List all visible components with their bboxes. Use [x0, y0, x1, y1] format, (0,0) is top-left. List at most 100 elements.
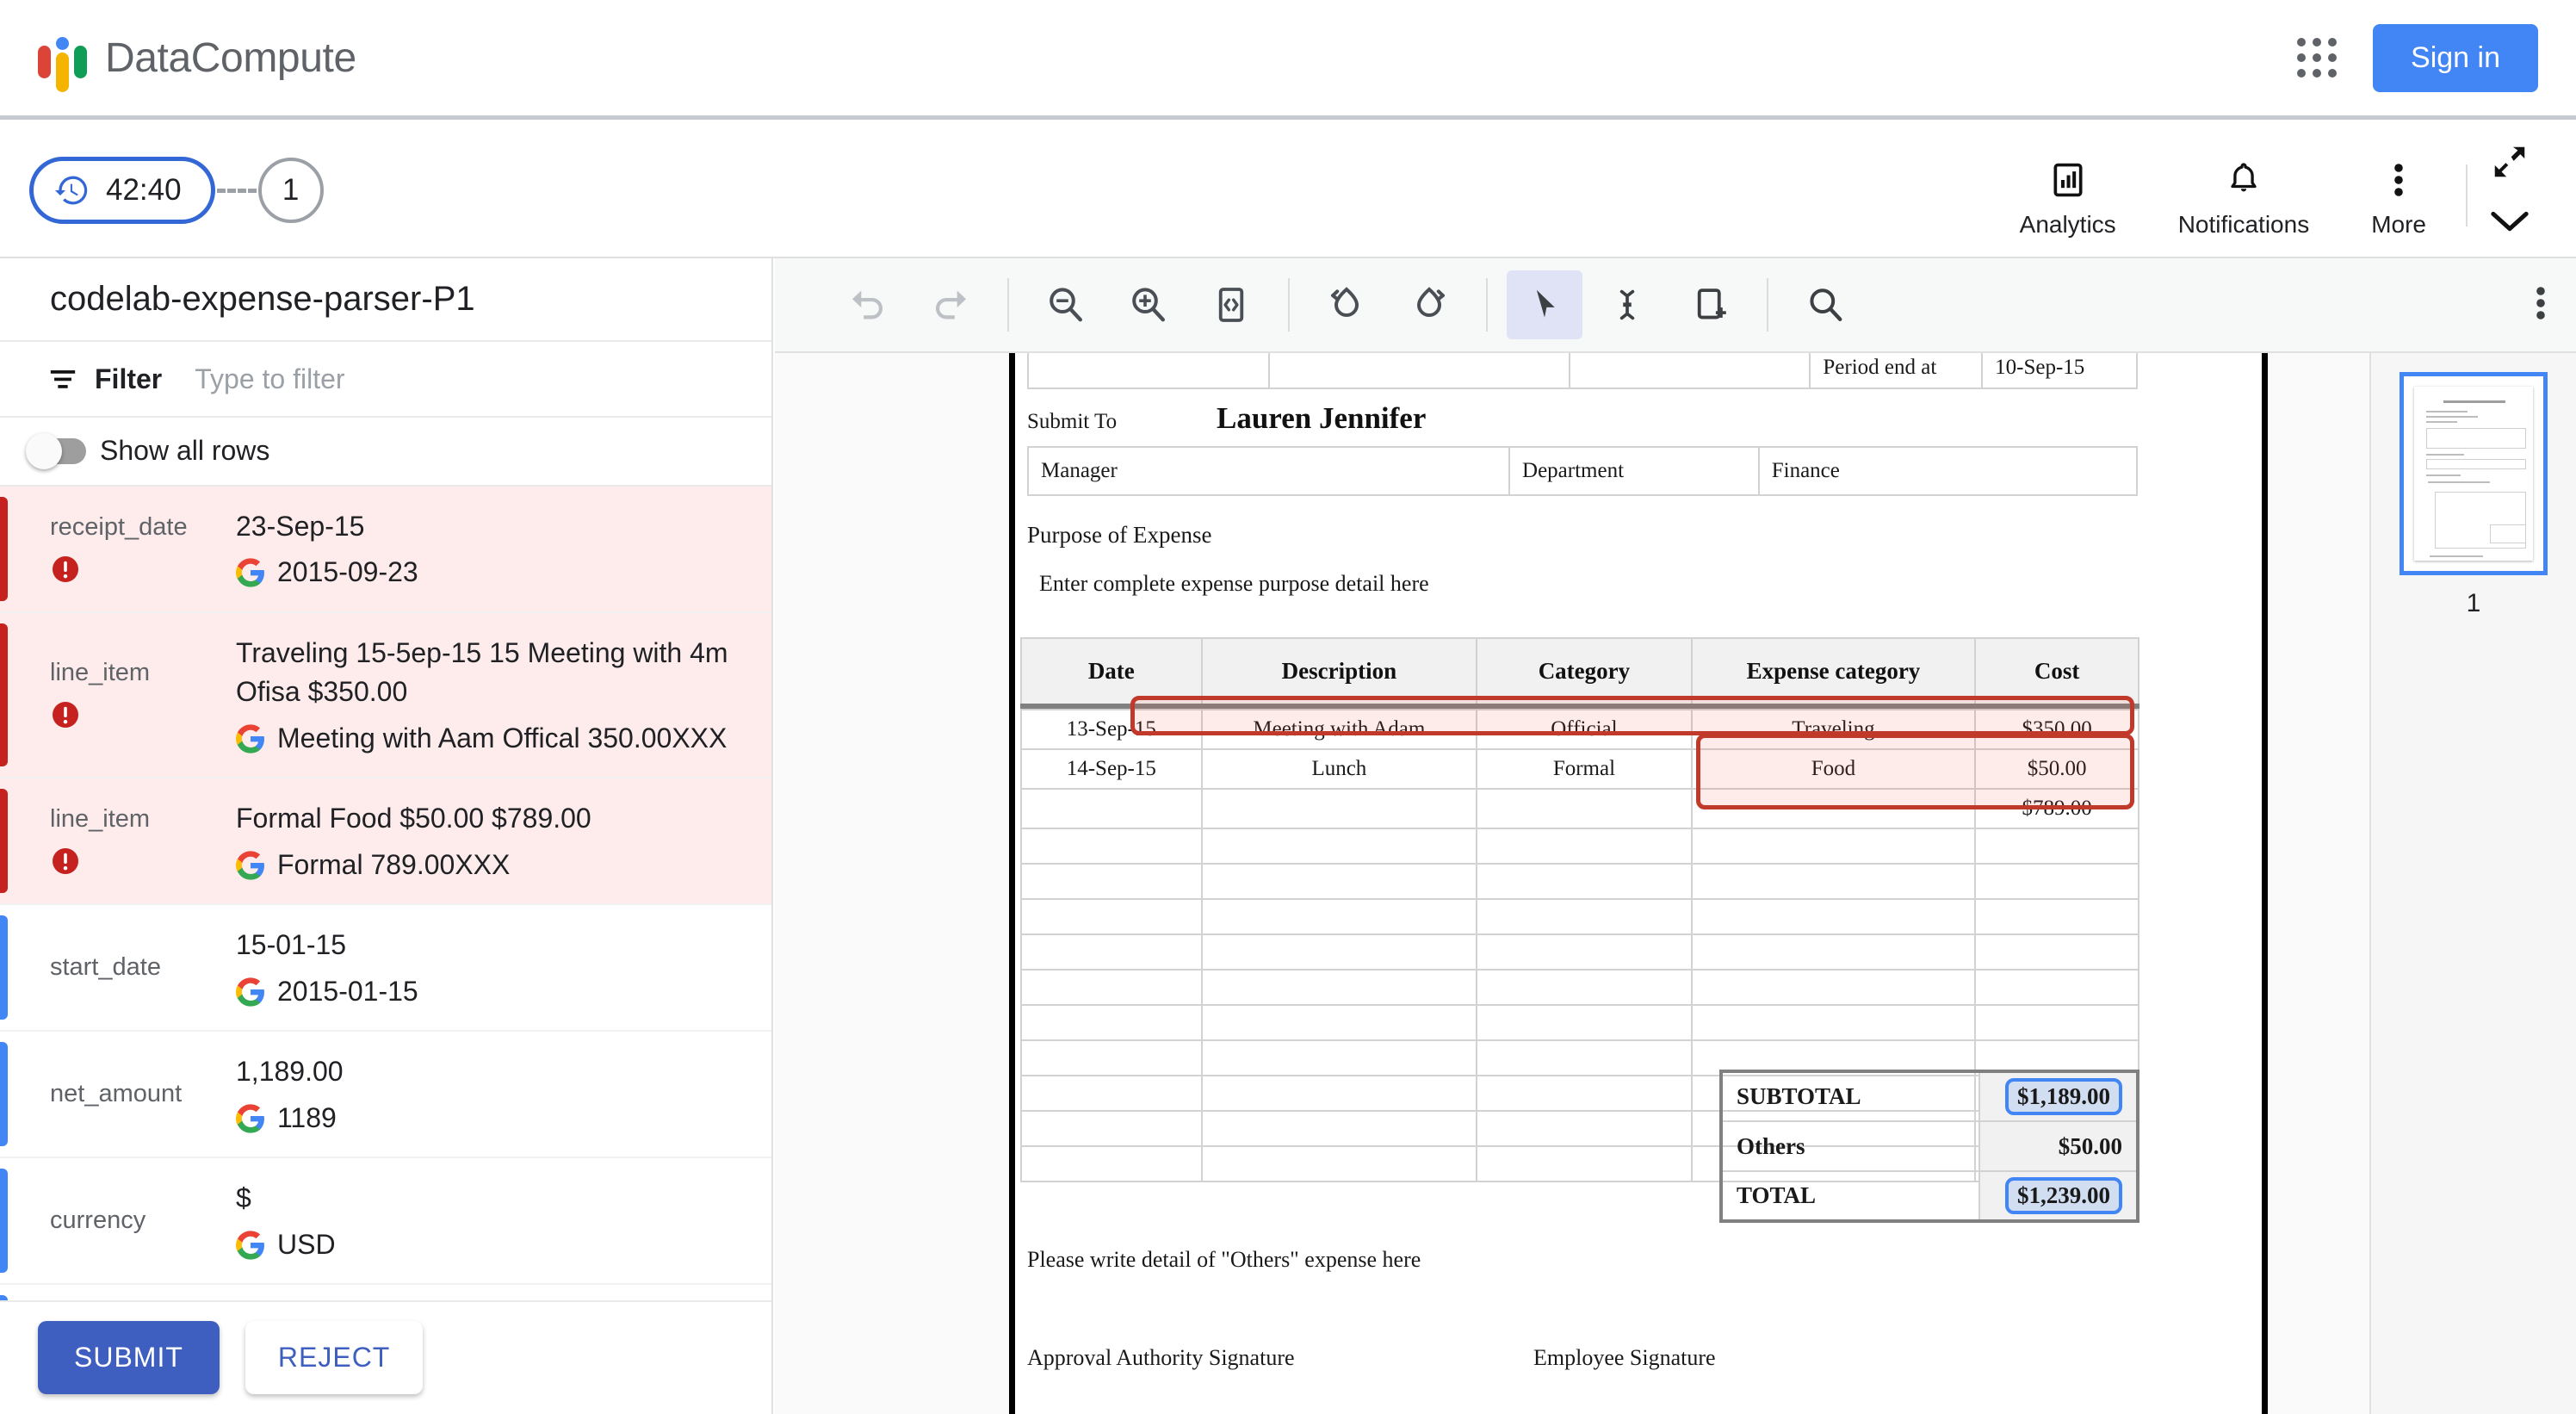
text-select-button[interactable] [1589, 270, 1665, 339]
table-cell [1200, 898, 1478, 935]
table-cell [1200, 863, 1478, 900]
totals-row: TOTAL $1,239.00 [1720, 1170, 2139, 1222]
table-cell [1690, 898, 1977, 935]
field-value[interactable]: Formal Food $50.00 $789.00 [236, 799, 754, 838]
table-cell [1476, 1004, 1693, 1041]
expand-arrows-icon[interactable] [2490, 142, 2530, 186]
department-value: Finance [1757, 446, 2139, 496]
toolbar-separator [1288, 278, 1290, 332]
field-row-currency[interactable]: currency $ USD [0, 1158, 771, 1286]
timer-step-connector [216, 188, 257, 193]
fit-page-button[interactable] [1193, 270, 1269, 339]
manager-department-table: Manager Department Finance [1026, 446, 2139, 496]
field-suggestion[interactable]: 1189 [236, 1101, 754, 1137]
field-row-total_amount[interactable]: total_amount1,229.001229 [0, 1285, 771, 1300]
more-label: More [2371, 211, 2426, 238]
employee-signature-label: Employee Signature [1533, 1345, 1716, 1370]
table-row[interactable] [1020, 969, 2139, 1006]
approval-signature-label: Approval Authority Signature [1027, 1345, 1295, 1370]
redo-button[interactable] [913, 270, 988, 339]
field-row-line_item[interactable]: line_item Traveling 15-5ep-15 15 Meeting … [0, 612, 771, 779]
table-cell [1020, 1075, 1203, 1112]
table-row[interactable] [1020, 898, 2139, 935]
field-row-line_item[interactable]: line_item Formal Food $50.00 $789.00 Forma… [0, 778, 771, 906]
toolbar-separator [1007, 278, 1009, 332]
viewer-more-button[interactable] [2535, 282, 2547, 328]
table-row[interactable] [1020, 828, 2139, 865]
extracted-fields-list: receipt_date 23-Sep-15 2015-09-23 line_item… [0, 486, 771, 1300]
field-status-bar [0, 915, 8, 1020]
purpose-text: Enter complete expense purpose detail he… [1039, 571, 1429, 596]
table-cell [1020, 1110, 1203, 1147]
sign-in-button[interactable]: Sign in [2373, 23, 2538, 92]
step-indicator[interactable]: 1 [257, 158, 324, 223]
table-cell [1974, 863, 2139, 900]
table-cell [1690, 969, 1977, 1006]
table-cell [1476, 933, 1693, 971]
field-row-start_date[interactable]: start_date 15-01-15 2015-01-15 [0, 905, 771, 1033]
notifications-button[interactable]: Notifications [2147, 159, 2341, 239]
field-suggestion[interactable]: USD [236, 1227, 754, 1263]
page-thumbnail-1[interactable] [2400, 372, 2548, 575]
google-g-icon [236, 1230, 264, 1260]
document-page[interactable]: Period end at 10-Sep-15 Submit To Lauren… [1009, 353, 2268, 1414]
reject-button[interactable]: REJECT [245, 1321, 424, 1395]
toolbar-separator [1486, 278, 1488, 332]
task-timer[interactable]: 42:40 [29, 157, 215, 224]
field-suggestion[interactable]: 2015-01-15 [236, 974, 754, 1010]
analytics-button[interactable]: Analytics [1989, 159, 2147, 239]
error-icon [53, 848, 78, 875]
toolbar-divider [2466, 164, 2468, 226]
filter-input[interactable] [195, 363, 574, 395]
field-key-column: net_amount [29, 1080, 236, 1108]
cursor-select-button[interactable] [1507, 270, 1582, 339]
search-button[interactable] [1787, 270, 1863, 339]
table-row[interactable]: 14-Sep-15 Lunch Formal Food $50.00 [1020, 748, 2139, 790]
bell-icon [2225, 159, 2263, 201]
field-key: receipt_date [50, 512, 188, 541]
field-suggestion[interactable]: Formal 789.00XXX [236, 847, 754, 884]
more-button[interactable]: More [2340, 159, 2457, 239]
field-value[interactable]: 1,189.00 [236, 1052, 754, 1091]
field-value[interactable]: Traveling 15-5ep-15 15 Meeting with 4m O… [236, 634, 754, 712]
table-row[interactable]: 13-Sep-15 Meeting with Adam Official Travel… [1020, 709, 2139, 750]
totals-row: SUBTOTAL $1,189.00 [1720, 1070, 2139, 1122]
field-value[interactable]: 23-Sep-15 [236, 507, 754, 546]
field-value[interactable]: 15-01-15 [236, 926, 754, 964]
field-status-bar [0, 623, 8, 767]
zoom-out-button[interactable] [1028, 270, 1104, 339]
rotate-left-button[interactable] [1309, 270, 1384, 339]
table-cell [1690, 933, 1977, 971]
field-key-column: line_item [29, 805, 236, 877]
field-value[interactable]: $ [236, 1179, 754, 1218]
field-row-receipt_date[interactable]: receipt_date 23-Sep-15 2015-09-23 [0, 486, 771, 613]
show-all-rows-toggle[interactable] [26, 432, 86, 469]
table-row[interactable] [1020, 863, 2139, 900]
app-header: DataCompute Sign in [0, 0, 2576, 120]
totals-label: Others [1720, 1120, 1980, 1172]
field-row-net_amount[interactable]: net_amount 1,189.00 1189 [0, 1032, 771, 1159]
apps-grid-icon[interactable] [2297, 38, 2338, 78]
google-g-icon [236, 1103, 264, 1133]
field-key-column: line_item [29, 659, 236, 730]
submit-button[interactable]: SUBMIT [38, 1321, 220, 1395]
table-row[interactable]: $789.00 [1020, 788, 2139, 829]
table-row[interactable] [1020, 933, 2139, 971]
others-note: Please write detail of "Others" expense … [1027, 1247, 1421, 1272]
field-value-column: $ USD [236, 1179, 771, 1262]
table-cell [1974, 898, 2139, 935]
table-cell: Formal [1476, 748, 1693, 790]
chevron-down-icon[interactable] [2490, 208, 2530, 239]
zoom-in-button[interactable] [1111, 270, 1186, 339]
field-key: line_item [50, 805, 151, 834]
document-viewer[interactable]: Period end at 10-Sep-15 Submit To Lauren… [775, 353, 2369, 1414]
add-region-button[interactable] [1672, 270, 1748, 339]
analytics-chart-icon [2049, 159, 2087, 201]
notifications-label: Notifications [2177, 211, 2310, 238]
field-suggestion[interactable]: 2015-09-23 [236, 555, 754, 591]
table-row[interactable] [1020, 1004, 2139, 1041]
undo-button[interactable] [830, 270, 906, 339]
rotate-right-button[interactable] [1391, 270, 1467, 339]
field-suggestion[interactable]: Meeting with Aam Offical 350.00XXX [236, 721, 754, 757]
period-row-table: Period end at 10-Sep-15 [1027, 353, 2138, 389]
